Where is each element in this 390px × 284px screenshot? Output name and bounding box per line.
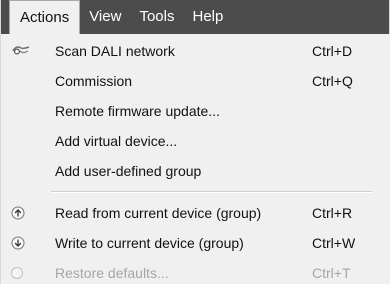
menu-item-commission[interactable]: Commission Ctrl+Q (1, 66, 390, 96)
menu-bar: Actions View Tools Help (1, 0, 389, 34)
scan-icon (11, 36, 39, 66)
menu-item-shortcut: Ctrl+W (312, 235, 356, 251)
menu-item-add-user-defined-group[interactable]: Add user-defined group (1, 156, 390, 186)
menu-help[interactable]: Help (183, 0, 232, 34)
menu-item-label: Scan DALI network (55, 43, 175, 59)
menu-view[interactable]: View (80, 0, 130, 34)
menu-item-label: Add virtual device... (55, 133, 178, 149)
menu-item-restore-defaults: Restore defaults... Ctrl+T (1, 258, 390, 284)
empty-icon-slot (11, 156, 39, 186)
menu-item-shortcut: Ctrl+D (312, 43, 353, 59)
menu-item-label: Restore defaults... (55, 265, 169, 281)
menu-item-label: Read from current device (group) (55, 205, 262, 221)
write-icon (11, 228, 39, 258)
restore-icon (11, 258, 39, 284)
menu-item-read-from-current-device[interactable]: Read from current device (group) Ctrl+R (1, 198, 390, 228)
menu-item-shortcut: Ctrl+R (312, 205, 353, 221)
read-icon (11, 198, 39, 228)
menu-item-label: Commission (55, 73, 133, 89)
empty-icon-slot (11, 96, 39, 126)
menu-item-scan-dali-network[interactable]: Scan DALI network Ctrl+D (1, 36, 390, 66)
menu-item-add-virtual-device[interactable]: Add virtual device... (1, 126, 390, 156)
menu-item-label: Add user-defined group (55, 163, 202, 179)
empty-icon-slot (11, 66, 39, 96)
menu-tools[interactable]: Tools (130, 0, 183, 34)
menu-separator (1, 186, 390, 198)
menu-item-shortcut: Ctrl+T (312, 265, 351, 281)
menu-item-label: Write to current device (group) (55, 235, 244, 251)
menu-item-write-to-current-device[interactable]: Write to current device (group) Ctrl+W (1, 228, 390, 258)
restore-icon-shape (11, 267, 23, 279)
actions-dropdown-menu: Scan DALI network Ctrl+D Commission Ctrl… (1, 34, 390, 284)
menu-actions[interactable]: Actions (9, 0, 81, 34)
menu-item-remote-firmware-update[interactable]: Remote firmware update... (1, 96, 390, 126)
application-window: Actions View Tools Help Scan DALI networ… (0, 0, 390, 284)
separator-line (51, 191, 372, 193)
menu-item-shortcut: Ctrl+Q (312, 73, 353, 89)
menu-item-label: Remote firmware update... (55, 103, 220, 119)
empty-icon-slot (11, 126, 39, 156)
